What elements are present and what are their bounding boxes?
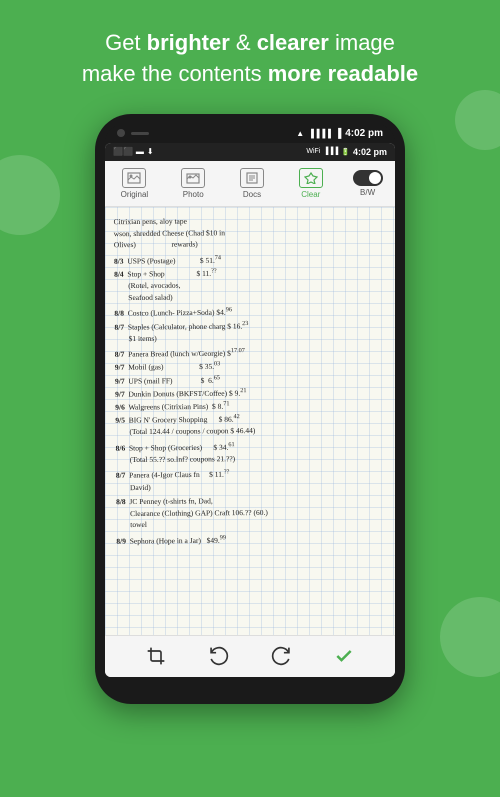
rotate-right-button[interactable] <box>267 642 295 670</box>
rotate-right-icon <box>271 646 291 666</box>
battery-status-icon: 🔋 <box>341 148 350 156</box>
toolbar-item-original[interactable]: Original <box>105 165 164 202</box>
app-toolbar: Original Photo <box>105 161 395 207</box>
signal-status-icon: ▐▐▐ <box>323 148 338 155</box>
bottom-toolbar <box>105 635 395 677</box>
photo-icon <box>186 172 200 184</box>
document-image: Citrixian pens, aloy tape wson, shredded… <box>105 207 395 635</box>
document-area: Citrixian pens, aloy tape wson, shredded… <box>105 207 395 635</box>
handwritten-content: Citrixian pens, aloy tape wson, shredded… <box>114 213 391 547</box>
bw-label: B/W <box>360 188 375 197</box>
crop-icon <box>146 646 166 666</box>
header-line1-clearer: clearer <box>257 30 329 55</box>
toolbar-item-bw[interactable]: B/W <box>340 170 395 197</box>
bw-toggle-switch[interactable] <box>353 170 383 186</box>
check-icon <box>334 646 354 666</box>
docs-icon <box>245 172 259 184</box>
header-line1-brighter: brighter <box>147 30 230 55</box>
docs-label: Docs <box>243 190 261 199</box>
doc-line-3: Olives) rewards) <box>114 237 388 251</box>
header-line1: Get brighter & clearer image <box>20 28 480 59</box>
original-icon <box>127 172 141 184</box>
phone-speaker <box>131 132 149 135</box>
photo-label: Photo <box>183 190 204 199</box>
sd-icon: ▬ <box>136 147 144 156</box>
header-line2-readable: more readable <box>268 61 418 86</box>
bw-toggle-knob <box>369 172 381 184</box>
wifi-status-icon: WiFi <box>306 148 320 155</box>
status-bar-right: WiFi ▐▐▐ 🔋 4:02 pm <box>306 147 387 157</box>
docs-icon-box <box>240 168 264 188</box>
header-section: Get brighter & clearer image make the co… <box>0 0 500 106</box>
phone-device: ▲ ▐▐▐▐ ▐ 4:02 pm ⬛⬛ ▬ ⬇ WiFi ▐▐▐ 🔋 4:02 <box>95 114 405 704</box>
phone-top-bar: ▲ ▐▐▐▐ ▐ 4:02 pm <box>105 124 395 143</box>
header-line2-make: make the contents <box>82 61 268 86</box>
original-icon-box <box>122 168 146 188</box>
status-time: 4:02 pm <box>345 128 383 139</box>
phone-status-icons: ▲ ▐▐▐▐ ▐ 4:02 pm <box>296 128 383 139</box>
header-line1-image: image <box>329 30 395 55</box>
crop-button[interactable] <box>142 642 170 670</box>
header-line1-and: & <box>230 30 257 55</box>
original-label: Original <box>121 190 149 199</box>
toolbar-item-docs[interactable]: Docs <box>223 165 282 202</box>
doc-line-17: (Total 124.44 / coupons / coupon $ 46.44… <box>115 423 389 437</box>
battery-icon: ▐ <box>335 128 341 138</box>
toolbar-item-clear[interactable]: Clear <box>281 165 340 202</box>
clear-icon-box <box>299 168 323 188</box>
doc-line-7: Seafood salad) <box>114 289 388 303</box>
toolbar-item-photo[interactable]: Photo <box>164 165 223 202</box>
clear-label: Clear <box>301 190 320 199</box>
doc-line-24: towel <box>116 517 390 531</box>
download-icon: ⬇ <box>147 147 154 156</box>
notification-icon: ⬛⬛ <box>113 147 133 156</box>
rotate-left-icon <box>209 646 229 666</box>
check-button[interactable] <box>330 642 358 670</box>
rotate-left-button[interactable] <box>205 642 233 670</box>
phone-wrapper: ▲ ▐▐▐▐ ▐ 4:02 pm ⬛⬛ ▬ ⬇ WiFi ▐▐▐ 🔋 4:02 <box>0 106 500 704</box>
status-bar: ⬛⬛ ▬ ⬇ WiFi ▐▐▐ 🔋 4:02 pm <box>105 143 395 161</box>
phone-camera <box>117 129 125 137</box>
status-bar-time: 4:02 pm <box>353 147 387 157</box>
photo-icon-box <box>181 168 205 188</box>
header-line1-get: Get <box>105 30 147 55</box>
header-line2: make the contents more readable <box>20 59 480 90</box>
doc-line-19: (Total 55.?? so.Inf? coupons 21.??) <box>116 451 390 465</box>
status-bar-left: ⬛⬛ ▬ ⬇ <box>113 147 154 156</box>
doc-line-10: $1 items) <box>115 330 389 344</box>
phone-screen: ⬛⬛ ▬ ⬇ WiFi ▐▐▐ 🔋 4:02 pm <box>105 143 395 677</box>
signal-icon: ▐▐▐▐ <box>308 129 331 138</box>
doc-line-25: 8/9 Sephora (Hope in a Jar) $49.99 <box>116 531 390 547</box>
clear-icon <box>304 172 318 184</box>
wifi-icon: ▲ <box>296 129 304 138</box>
